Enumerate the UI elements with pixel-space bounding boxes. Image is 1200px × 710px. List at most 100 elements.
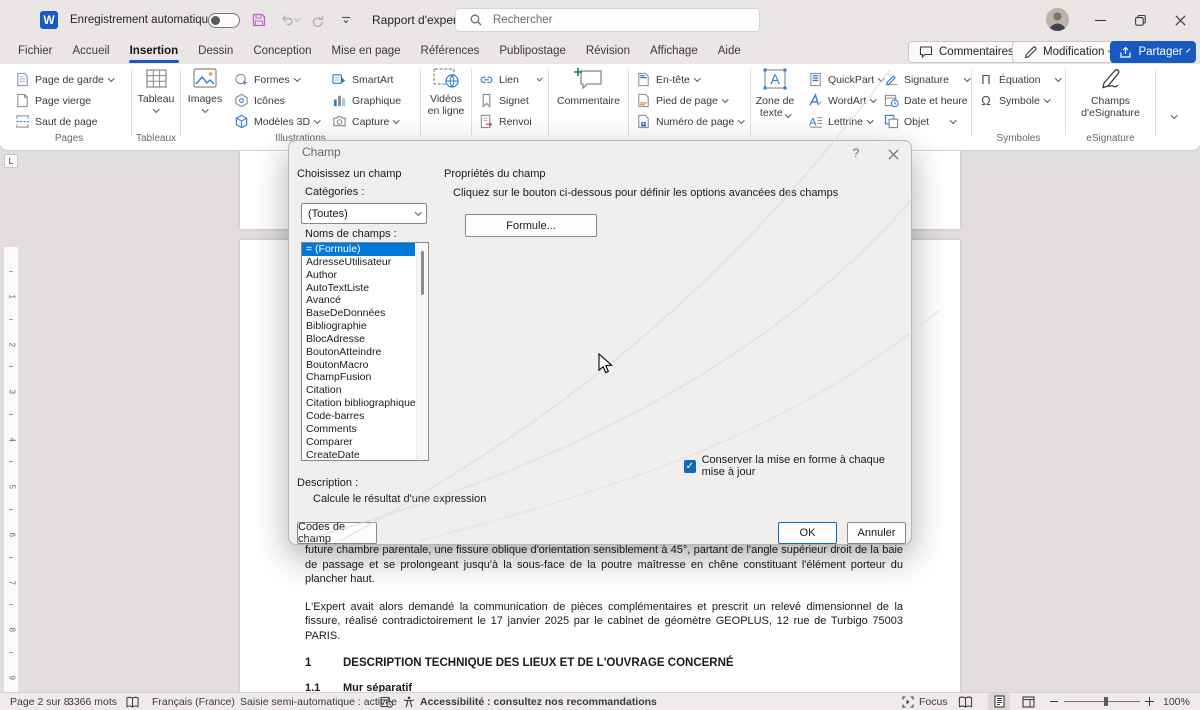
zoom-slider-track[interactable] — [1064, 701, 1140, 702]
tab-révision[interactable]: Révision — [576, 40, 640, 64]
web-layout-button[interactable] — [1022, 693, 1035, 710]
save-button[interactable] — [250, 11, 268, 29]
field-name-option[interactable]: BoutonMacro — [302, 359, 415, 372]
3d-models-button[interactable]: Modèles 3D — [233, 112, 320, 131]
field-name-option[interactable]: BoutonAtteindre — [302, 346, 415, 359]
tab-mise-en-page[interactable]: Mise en page — [322, 40, 411, 64]
page-break-button[interactable]: Saut de page — [14, 112, 97, 131]
preserve-formatting-checkbox[interactable]: ✓ — [684, 460, 696, 473]
field-codes-button[interactable]: Codes de champ — [297, 522, 377, 544]
tab-affichage[interactable]: Affichage — [640, 40, 708, 64]
proofing-icon[interactable] — [126, 693, 139, 710]
close-button[interactable] — [1160, 0, 1200, 40]
tab-dessin[interactable]: Dessin — [188, 40, 243, 64]
share-button[interactable]: Partager — [1110, 41, 1196, 63]
cross-reference-button[interactable]: Renvoi — [478, 112, 532, 131]
signature-line-button[interactable]: Signature — [883, 70, 969, 89]
accessibility-status[interactable]: Accessibilité : consultez nos recommanda… — [402, 693, 657, 710]
page-indicator[interactable]: Page 2 sur 8 — [10, 693, 70, 710]
dialog-help-button[interactable]: ? — [847, 144, 865, 162]
scrollbar-thumb[interactable] — [421, 251, 424, 295]
equation-button[interactable]: Π Équation — [978, 70, 1060, 89]
focus-button[interactable]: Focus — [901, 693, 948, 710]
tab-accueil[interactable]: Accueil — [63, 40, 120, 64]
table-button[interactable]: Tableau — [136, 67, 176, 112]
date-time-button[interactable]: Date et heure — [883, 91, 968, 110]
bookmark-button[interactable]: Signet — [478, 91, 529, 110]
categories-dropdown[interactable]: (Toutes) — [301, 203, 427, 224]
quick-parts-button[interactable]: QuickPart — [807, 70, 884, 89]
minimize-button[interactable] — [1080, 0, 1120, 40]
search-input[interactable]: Rechercher — [455, 8, 760, 32]
object-button[interactable]: Objet — [883, 112, 969, 131]
comments-button[interactable]: Commentaires — [908, 41, 1024, 63]
chart-button[interactable]: Graphique — [331, 91, 401, 110]
listbox-scrollbar[interactable] — [416, 243, 428, 460]
language-indicator[interactable]: Français (France) — [152, 693, 235, 710]
collapse-ribbon-chevron-icon[interactable] — [1171, 112, 1177, 118]
icons-button[interactable]: Icônes — [233, 91, 285, 110]
field-name-option[interactable]: ChampFusion — [302, 371, 415, 384]
smartart-button[interactable]: SmartArt — [331, 70, 393, 89]
formula-button[interactable]: Formule... — [465, 214, 597, 237]
new-comment-button[interactable]: Commentaire — [553, 67, 624, 107]
field-names-listbox[interactable]: = (Formule)AdresseUtilisateurAuthorAutoT… — [301, 242, 429, 461]
field-name-option[interactable]: Code-barres — [302, 410, 415, 423]
page-number-button[interactable]: Numéro de page — [635, 112, 744, 131]
tab-conception[interactable]: Conception — [243, 40, 321, 64]
field-name-option[interactable]: Bibliographie — [302, 320, 415, 333]
zoom-slider-thumb[interactable] — [1104, 697, 1108, 706]
cancel-button[interactable]: Annuler — [847, 522, 906, 544]
tab-fichier[interactable]: Fichier — [8, 40, 63, 64]
field-name-option[interactable]: Comments — [302, 423, 415, 436]
drop-cap-button[interactable]: A Lettrine — [807, 112, 873, 131]
shapes-button[interactable]: Formes — [233, 70, 299, 89]
undo-button[interactable] — [278, 11, 300, 29]
field-name-option[interactable]: Author — [302, 269, 415, 282]
esignature-fields-button[interactable]: Champs d'eSignature — [1071, 67, 1150, 119]
print-layout-button[interactable] — [988, 693, 1010, 710]
autosave-toggle[interactable] — [208, 13, 240, 28]
account-avatar[interactable] — [1046, 8, 1069, 31]
field-name-option[interactable]: Avancé — [302, 294, 415, 307]
footer-button[interactable]: Pied de page — [635, 91, 727, 110]
field-name-option[interactable]: = (Formule) — [302, 243, 415, 256]
read-mode-button[interactable] — [958, 693, 973, 710]
zoom-in-button[interactable] — [1145, 693, 1154, 710]
field-name-option[interactable]: AdresseUtilisateur — [302, 256, 415, 269]
images-button[interactable]: Images — [183, 67, 227, 112]
autocomplete-status[interactable]: Saisie semi-automatique : activée — [240, 693, 397, 710]
document-text[interactable]: future chambre parentale, une fissure ob… — [305, 543, 903, 692]
field-name-option[interactable]: BaseDeDonnées — [302, 307, 415, 320]
screenshot-button[interactable]: Capture — [331, 112, 399, 131]
zoom-out-button[interactable] — [1050, 693, 1058, 710]
symbol-button[interactable]: Ω Symbole — [978, 91, 1049, 110]
field-name-option[interactable]: CreateDate — [302, 449, 415, 462]
field-name-option[interactable]: Citation — [302, 384, 415, 397]
zoom-level[interactable]: 100% — [1163, 693, 1190, 710]
field-name-option[interactable]: Comparer — [302, 436, 415, 449]
tab-références[interactable]: Références — [411, 40, 490, 64]
word-logo-icon[interactable]: W — [40, 11, 58, 29]
quick-access-customize-button[interactable] — [338, 12, 354, 28]
redo-button[interactable] — [308, 11, 326, 29]
online-videos-button[interactable]: Vidéos en ligne — [424, 67, 468, 117]
tab-stop-selector[interactable]: L — [4, 154, 18, 168]
dialog-close-button[interactable] — [884, 145, 902, 163]
ok-button[interactable]: OK — [778, 522, 837, 544]
tab-publipostage[interactable]: Publipostage — [489, 40, 576, 64]
text-box-button[interactable]: A Zone de texte — [752, 67, 798, 119]
word-count[interactable]: 3366 mots — [68, 693, 117, 710]
field-name-option[interactable]: BlocAdresse — [302, 333, 415, 346]
blank-page-button[interactable]: Page vierge — [14, 91, 91, 110]
tab-insertion[interactable]: Insertion — [120, 40, 189, 64]
field-name-option[interactable]: Citation bibliographique — [302, 397, 415, 410]
field-name-option[interactable]: AutoTextListe — [302, 282, 415, 295]
wordart-button[interactable]: WordArt — [807, 91, 876, 110]
tab-aide[interactable]: Aide — [708, 40, 751, 64]
history-icon[interactable] — [380, 693, 393, 710]
restore-button[interactable] — [1120, 0, 1160, 40]
header-button[interactable]: En-tête — [635, 70, 699, 89]
editing-mode-button[interactable]: Modification — [1012, 41, 1124, 63]
link-button[interactable]: Lien — [478, 70, 542, 89]
